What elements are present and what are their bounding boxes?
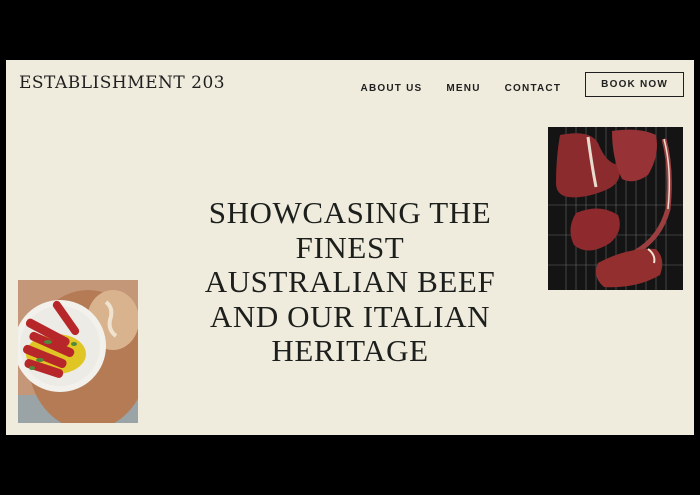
hero-heading: SHOWCASING THE FINEST AUSTRALIAN BEEF AN… [156,195,544,369]
anchovy-plate-image [18,280,138,423]
nav-menu[interactable]: MENU [446,83,480,94]
nav-about-us[interactable]: ABOUT US [361,83,423,94]
hero-line: HERITAGE [271,333,429,368]
hero-line: AUSTRALIAN BEEF [204,264,496,299]
main-nav: ABOUT US MENU CONTACT BOOK NOW [361,72,684,97]
hero-line: FINEST [295,229,405,265]
hero-line: SHOWCASING THE [208,195,492,230]
hero-line: AND OUR ITALIAN [209,298,491,334]
website-page: ESTABLISHMENT 203 ABOUT US MENU CONTACT … [6,60,694,435]
book-now-button[interactable]: BOOK NOW [585,72,684,97]
raw-steaks-image [548,127,683,290]
brand-logo[interactable]: ESTABLISHMENT 203 [19,73,225,93]
nav-contact[interactable]: CONTACT [505,83,562,94]
